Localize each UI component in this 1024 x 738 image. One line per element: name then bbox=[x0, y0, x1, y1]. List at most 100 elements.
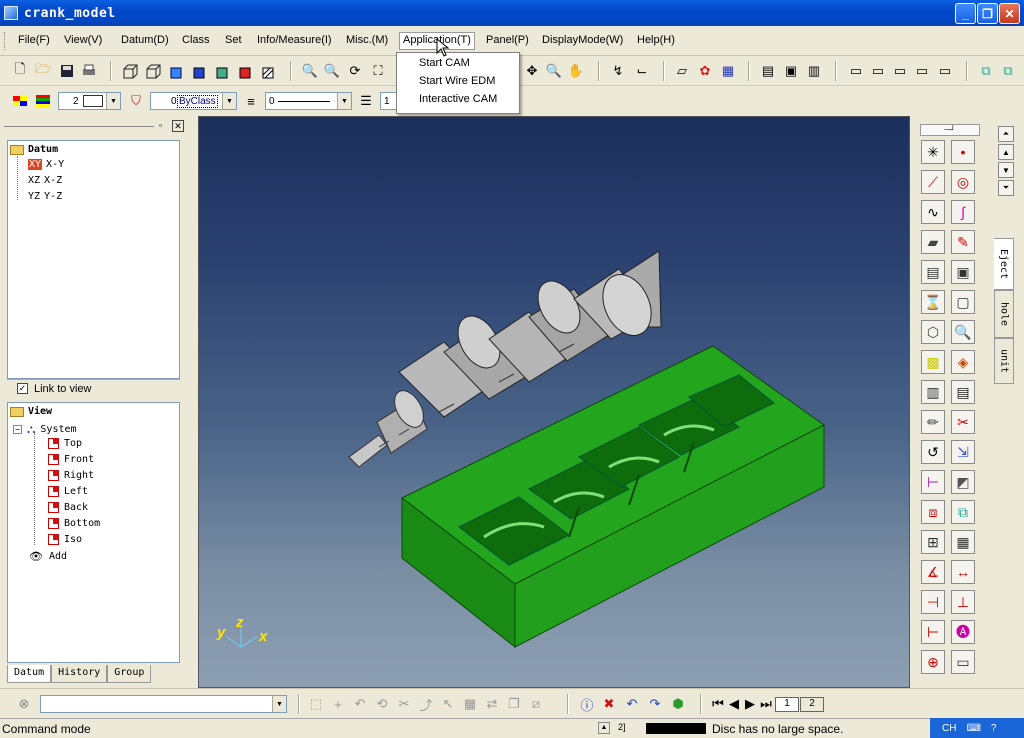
paint-brush-icon[interactable]: ⛉ bbox=[126, 91, 146, 111]
angle-dim-icon[interactable]: ∡ bbox=[921, 560, 945, 584]
view-item-left[interactable]: Left bbox=[48, 486, 88, 497]
link-to-view-checkbox[interactable]: ✓ bbox=[17, 383, 28, 394]
undo-text-icon[interactable]: ↺ bbox=[921, 440, 945, 464]
cylinder-icon[interactable]: ⬡ bbox=[921, 320, 945, 344]
view-item-add[interactable]: 👁 Add bbox=[29, 550, 67, 563]
local-axis-icon[interactable]: ⌙ bbox=[632, 61, 652, 81]
snap-disabled-icon[interactable]: ⊗ bbox=[14, 694, 34, 714]
view-item-right[interactable]: Right bbox=[48, 470, 94, 481]
undo-icon[interactable]: ↶ bbox=[622, 694, 642, 714]
magnify-solid-icon[interactable]: 🔍 bbox=[951, 320, 975, 344]
point-icon[interactable]: • bbox=[951, 140, 975, 164]
help-icon[interactable]: ? bbox=[991, 723, 997, 734]
layer-3-icon[interactable]: ▭ bbox=[890, 61, 910, 81]
render-box-icon[interactable] bbox=[212, 61, 232, 81]
view-root[interactable]: View bbox=[10, 406, 52, 417]
menu-info-measure[interactable]: Info/Measure(I) bbox=[253, 32, 336, 50]
move-icon[interactable]: ⇄ bbox=[482, 694, 502, 714]
menu-view[interactable]: View(V) bbox=[60, 32, 106, 50]
palette-icon[interactable] bbox=[10, 91, 30, 111]
dock-pin-icon[interactable]: ▫ bbox=[159, 120, 162, 130]
datum-item-xz[interactable]: XZ X-Z bbox=[28, 175, 62, 186]
pointer-icon[interactable]: ↖ bbox=[438, 694, 458, 714]
layer-color-combo[interactable]: 0 ByClass ▼ bbox=[150, 92, 237, 110]
tab-eject[interactable]: Eject bbox=[994, 238, 1014, 290]
chevron-down-icon[interactable]: ▼ bbox=[106, 93, 120, 109]
view-item-bottom[interactable]: Bottom bbox=[48, 518, 100, 529]
box-yellow-icon[interactable]: ▩ bbox=[921, 350, 945, 374]
open-folder-icon[interactable]: 🗁 bbox=[33, 61, 53, 81]
zoom-in-icon[interactable]: 🔍 bbox=[300, 61, 320, 81]
dim-10-icon[interactable]: ⊥ bbox=[951, 590, 975, 614]
copy-icon[interactable]: ❐ bbox=[504, 694, 524, 714]
color-settings-icon[interactable]: ✿ bbox=[695, 61, 715, 81]
stack-box-icon[interactable]: ⧈ bbox=[921, 500, 945, 524]
mirror-icon[interactable]: ⧄ bbox=[526, 694, 546, 714]
menu-class[interactable]: Class bbox=[178, 32, 214, 50]
trim-line-icon[interactable]: ⊢ bbox=[921, 470, 945, 494]
line-style-combo[interactable]: 0 ▼ bbox=[265, 92, 352, 110]
view-item-back[interactable]: Back bbox=[48, 502, 88, 513]
menu-item-start-wire-edm[interactable]: Start Wire EDM bbox=[419, 75, 495, 87]
palette-header[interactable]: ─┘ bbox=[920, 124, 980, 136]
menu-item-start-cam[interactable]: Start CAM bbox=[419, 57, 470, 69]
abc-text-icon[interactable]: 🅐 bbox=[951, 620, 975, 644]
menu-display-mode[interactable]: DisplayMode(W) bbox=[538, 32, 627, 50]
zoom-window-icon[interactable]: ⛶ bbox=[368, 61, 388, 81]
3d-viewport[interactable]: y z x bbox=[198, 116, 910, 688]
sheet-icon[interactable]: ✎ bbox=[951, 230, 975, 254]
language-indicator[interactable]: CH bbox=[942, 723, 956, 734]
face-edit-icon[interactable]: ◈ bbox=[951, 350, 975, 374]
print-icon[interactable] bbox=[79, 61, 99, 81]
box-select-icon[interactable]: ⬚ bbox=[306, 694, 326, 714]
cube-icon[interactable]: ▢ bbox=[951, 290, 975, 314]
layer-2-icon[interactable]: ▭ bbox=[868, 61, 888, 81]
eraser-icon[interactable]: ✏ bbox=[921, 410, 945, 434]
collapse-icon[interactable]: − bbox=[13, 425, 22, 434]
plane-icon[interactable]: ▱ bbox=[672, 61, 692, 81]
scroll-top-icon[interactable]: ⏶ bbox=[998, 126, 1014, 142]
page-tab-1[interactable]: 1 bbox=[775, 697, 799, 712]
shaded-box-icon[interactable] bbox=[166, 61, 186, 81]
line-weight-icon[interactable]: ☰ bbox=[356, 91, 376, 111]
circle-icon[interactable]: ◎ bbox=[951, 170, 975, 194]
cancel-icon[interactable]: ✖ bbox=[599, 694, 619, 714]
close-panel-icon[interactable]: ✕ bbox=[172, 120, 184, 132]
new-file-icon[interactable]: 🗋 bbox=[10, 61, 30, 81]
chevron-down-icon[interactable]: ▼ bbox=[337, 93, 351, 109]
datum-item-xy[interactable]: XY X-Y bbox=[28, 159, 64, 170]
menu-set[interactable]: Set bbox=[221, 32, 246, 50]
cut-line-icon[interactable]: ✂ bbox=[951, 410, 975, 434]
rectangle-icon[interactable]: ▭ bbox=[951, 650, 975, 674]
spline-icon[interactable]: ∿ bbox=[921, 200, 945, 224]
view-item-front[interactable]: Front bbox=[48, 454, 94, 465]
menu-misc[interactable]: Misc.(M) bbox=[342, 32, 392, 50]
view-item-top[interactable]: Top bbox=[48, 438, 82, 449]
grid-icon[interactable]: ▦ bbox=[718, 61, 738, 81]
menu-help[interactable]: Help(H) bbox=[633, 32, 679, 50]
axis-cross-icon[interactable]: ✳ bbox=[921, 140, 945, 164]
menu-item-interactive-cam[interactable]: Interactive CAM bbox=[419, 93, 497, 105]
view-item-iso[interactable]: Iso bbox=[48, 534, 82, 545]
clip-icon[interactable]: ⊞ bbox=[921, 530, 945, 554]
properties-icon[interactable]: ▣ bbox=[781, 61, 801, 81]
rotate-view-icon[interactable]: ⟳ bbox=[345, 61, 365, 81]
restore-button[interactable]: ❐ bbox=[977, 3, 998, 24]
tab-group[interactable]: Group bbox=[107, 665, 152, 683]
tab-hole[interactable]: hole bbox=[994, 290, 1014, 338]
scroll-up-icon[interactable]: ▲ bbox=[998, 144, 1014, 160]
wireframe-box-icon[interactable] bbox=[120, 61, 140, 81]
table-icon[interactable]: ▥ bbox=[804, 61, 824, 81]
polyline-icon[interactable]: ⟋ bbox=[921, 170, 945, 194]
extend-icon[interactable]: ⤴ bbox=[416, 694, 436, 714]
document-icon[interactable]: ▤ bbox=[951, 380, 975, 404]
view-system[interactable]: − ⛬ System bbox=[13, 422, 77, 437]
layer-5-icon[interactable]: ▭ bbox=[935, 61, 955, 81]
tab-datum[interactable]: Datum bbox=[7, 665, 52, 683]
menu-file[interactable]: File(F) bbox=[14, 32, 54, 50]
dim-210-icon[interactable]: ↔ bbox=[951, 560, 975, 584]
rainbow-color-icon[interactable] bbox=[33, 91, 53, 111]
save-icon[interactable] bbox=[57, 61, 77, 81]
plane-surface-icon[interactable]: ▰ bbox=[921, 230, 945, 254]
line-width-combo[interactable]: 2 ▼ bbox=[58, 92, 121, 110]
